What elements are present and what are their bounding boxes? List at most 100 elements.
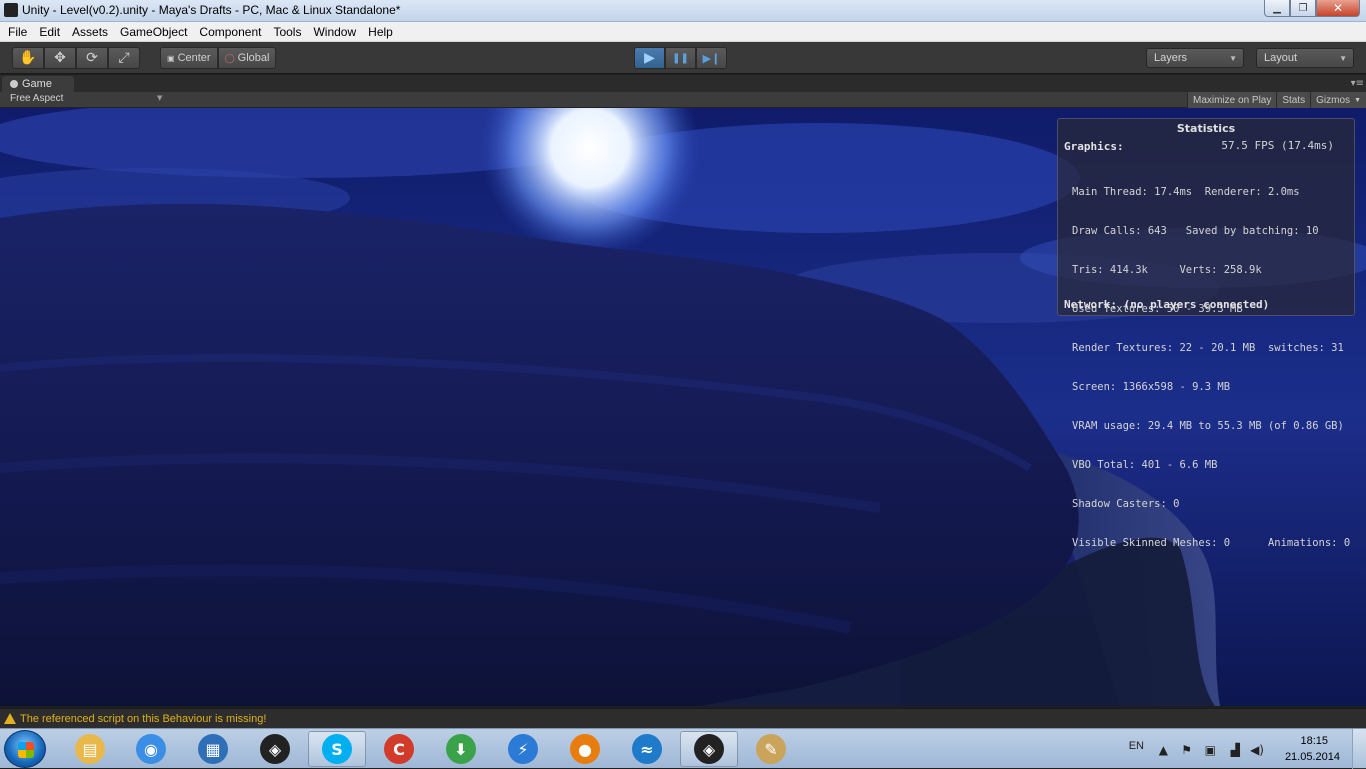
taskbar-app-app-blocks[interactable]: ▦ <box>184 731 242 767</box>
window-controls: ▁ ❐ ✕ <box>1264 0 1360 18</box>
network-signal-icon[interactable]: ▟ <box>1231 743 1240 757</box>
stats-toggle[interactable]: Stats <box>1276 92 1311 108</box>
panel-menu-icon[interactable]: ▾≡ <box>1351 78 1364 89</box>
graphics-label: Graphics: <box>1064 140 1124 153</box>
taskbar-app-download-manager[interactable]: ⬇ <box>432 731 490 767</box>
rotate-tool-button[interactable]: ⟳ <box>76 47 108 69</box>
taskbar-app-unity-editor[interactable]: ◈ <box>680 731 738 767</box>
pause-button[interactable]: ❚❚ <box>665 47 696 69</box>
minimize-button[interactable]: ▁ <box>1264 0 1290 17</box>
chevron-down-icon: ▼ <box>1229 54 1237 63</box>
move-icon: ✥ <box>54 50 66 66</box>
gizmos-label: Gizmos <box>1316 94 1351 106</box>
blender-icon: ● <box>570 734 600 764</box>
chevron-down-icon: ▼ <box>1339 54 1347 63</box>
stat-line: VBO Total: 401 - 6.6 MB <box>1072 459 1218 471</box>
layout-dropdown[interactable]: Layout ▼ <box>1256 48 1354 68</box>
menu-gameobject[interactable]: GameObject <box>114 25 193 39</box>
tab-game-label: Game <box>22 78 52 90</box>
maximize-button[interactable]: ❐ <box>1290 0 1316 17</box>
aspect-dropdown[interactable]: Free Aspect <box>10 93 63 104</box>
chevron-down-icon: ▼ <box>157 94 163 102</box>
play-button[interactable]: ▶ <box>634 47 665 69</box>
statistics-lines: Main Thread: 17.4ms Renderer: 2.0ms Draw… <box>1072 160 1350 576</box>
move-tool-button[interactable]: ✥ <box>44 47 76 69</box>
scale-tool-button[interactable]: ⤢ <box>108 47 140 69</box>
clock-time[interactable]: 18:15 <box>1300 735 1328 747</box>
layers-dropdown[interactable]: Layers ▼ <box>1146 48 1244 68</box>
menu-bar: File Edit Assets GameObject Component To… <box>0 22 1366 42</box>
stat-line: Shadow Casters: 0 <box>1072 498 1180 510</box>
menu-help[interactable]: Help <box>362 25 399 39</box>
playback-controls: ▶ ❚❚ ▶❙ <box>634 47 727 69</box>
hand-tool-button[interactable]: ✋ <box>12 47 44 69</box>
taskbar-app-unity[interactable]: ◈ <box>246 731 304 767</box>
taskbar-app-explorer[interactable]: ▤ <box>61 731 119 767</box>
warning-icon <box>4 713 16 724</box>
menu-window[interactable]: Window <box>307 25 362 39</box>
taskbar-app-skype[interactable]: S <box>308 731 366 767</box>
menu-tools[interactable]: Tools <box>267 25 307 39</box>
stat-line: Draw Calls: 643 Saved by batching: 10 <box>1072 225 1319 237</box>
stat-line: Screen: 1366x598 - 9.3 MB <box>1072 381 1231 393</box>
transform-tools: ✋ ✥ ⟳ ⤢ <box>12 47 140 69</box>
pivot-center-label: Center <box>177 52 211 64</box>
taskbar-app-flash-app[interactable]: ⚡ <box>494 731 552 767</box>
paint-dot-net-style-icon: ≈ <box>632 734 662 764</box>
gizmos-dropdown[interactable]: Gizmos ▼ <box>1310 92 1366 108</box>
window-title: Unity - Level(v0.2).unity - Maya's Draft… <box>22 3 401 17</box>
download-manager-icon: ⬇ <box>446 734 476 764</box>
tray-expand-icon[interactable]: ▲ <box>1159 743 1168 757</box>
clock-date[interactable]: 21.05.2014 <box>1285 751 1340 763</box>
skype-icon: S <box>322 734 352 764</box>
stat-line: Render Textures: 22 - 20.1 MB switches: … <box>1072 342 1344 354</box>
chevron-down-icon: ▼ <box>1354 96 1361 104</box>
step-button[interactable]: ▶❙ <box>696 47 727 69</box>
console-status-bar[interactable]: The referenced script on this Behaviour … <box>0 708 1366 728</box>
pivot-global-button[interactable]: ◯ Global <box>217 47 277 69</box>
windows-taskbar: ▤ ◉ ▦ ◈ S C ⬇ ⚡ ● ≈ ◈ ✎ EN ▲ ⚑ ▣ ▟ ◀) 18:15 21.05.2… <box>0 728 1366 769</box>
window-title-bar[interactable]: Unity - Level(v0.2).unity - Maya's Draft… <box>0 0 1366 22</box>
tab-game[interactable]: Game <box>2 76 74 92</box>
pivot-center-button[interactable]: ▣ Center <box>160 47 218 69</box>
stat-line: Tris: 414.3k Verts: 258.9k <box>1072 264 1262 276</box>
taskbar-app-ccleaner[interactable]: C <box>370 731 428 767</box>
volume-icon[interactable]: ◀) <box>1250 743 1264 757</box>
action-center-flag-icon[interactable]: ⚑ <box>1181 743 1192 757</box>
step-icon: ▶❙ <box>702 51 721 65</box>
panel-tab-bar: Game ▾≡ <box>0 75 1366 92</box>
taskbar-app-paint-dot-net-style[interactable]: ≈ <box>618 731 676 767</box>
rotate-icon: ⟳ <box>86 50 98 66</box>
pivot-global-label: Global <box>237 52 270 64</box>
flash-app-icon: ⚡ <box>508 734 538 764</box>
unity-editor-icon: ◈ <box>694 734 724 764</box>
main-toolbar: ✋ ✥ ⟳ ⤢ ▣ Center ◯ Global ▶ ❚❚ ▶❙ Layers… <box>0 42 1366 74</box>
stat-line: VRAM usage: 29.4 MB to 55.3 MB (of 0.86 … <box>1072 420 1344 432</box>
close-button[interactable]: ✕ <box>1316 0 1360 17</box>
unity-logo-icon <box>4 3 18 17</box>
status-message: The referenced script on this Behaviour … <box>20 712 267 725</box>
menu-edit[interactable]: Edit <box>33 25 66 39</box>
statistics-overlay: Statistics Graphics: 57.5 FPS (17.4ms) M… <box>1057 118 1355 549</box>
taskbar-app-paint[interactable]: ✎ <box>742 731 800 767</box>
menu-file[interactable]: File <box>2 25 33 39</box>
game-view-options: Maximize on Play Stats Gizmos ▼ <box>1187 92 1366 108</box>
pause-icon: ❚❚ <box>672 52 689 64</box>
scale-icon: ⤢ <box>118 50 130 66</box>
statistics-title: Statistics <box>1176 122 1236 135</box>
language-indicator[interactable]: EN <box>1129 740 1144 752</box>
maximize-on-play-toggle[interactable]: Maximize on Play <box>1187 92 1277 108</box>
device-icon[interactable]: ▣ <box>1205 743 1216 757</box>
pivot-icon: ▣ <box>167 53 175 63</box>
chrome-icon: ◉ <box>136 734 166 764</box>
taskbar-app-blender[interactable]: ● <box>556 731 614 767</box>
explorer-icon: ▤ <box>75 734 105 764</box>
taskbar-app-chrome[interactable]: ◉ <box>122 731 180 767</box>
layout-label: Layout <box>1264 52 1298 64</box>
menu-component[interactable]: Component <box>193 25 267 39</box>
fps-value: 57.5 FPS (17.4ms) <box>1221 139 1334 152</box>
pivot-toggles: ▣ Center ◯ Global <box>160 47 277 69</box>
menu-assets[interactable]: Assets <box>66 25 114 39</box>
start-button[interactable] <box>4 730 46 768</box>
show-desktop-button[interactable] <box>1352 729 1366 769</box>
